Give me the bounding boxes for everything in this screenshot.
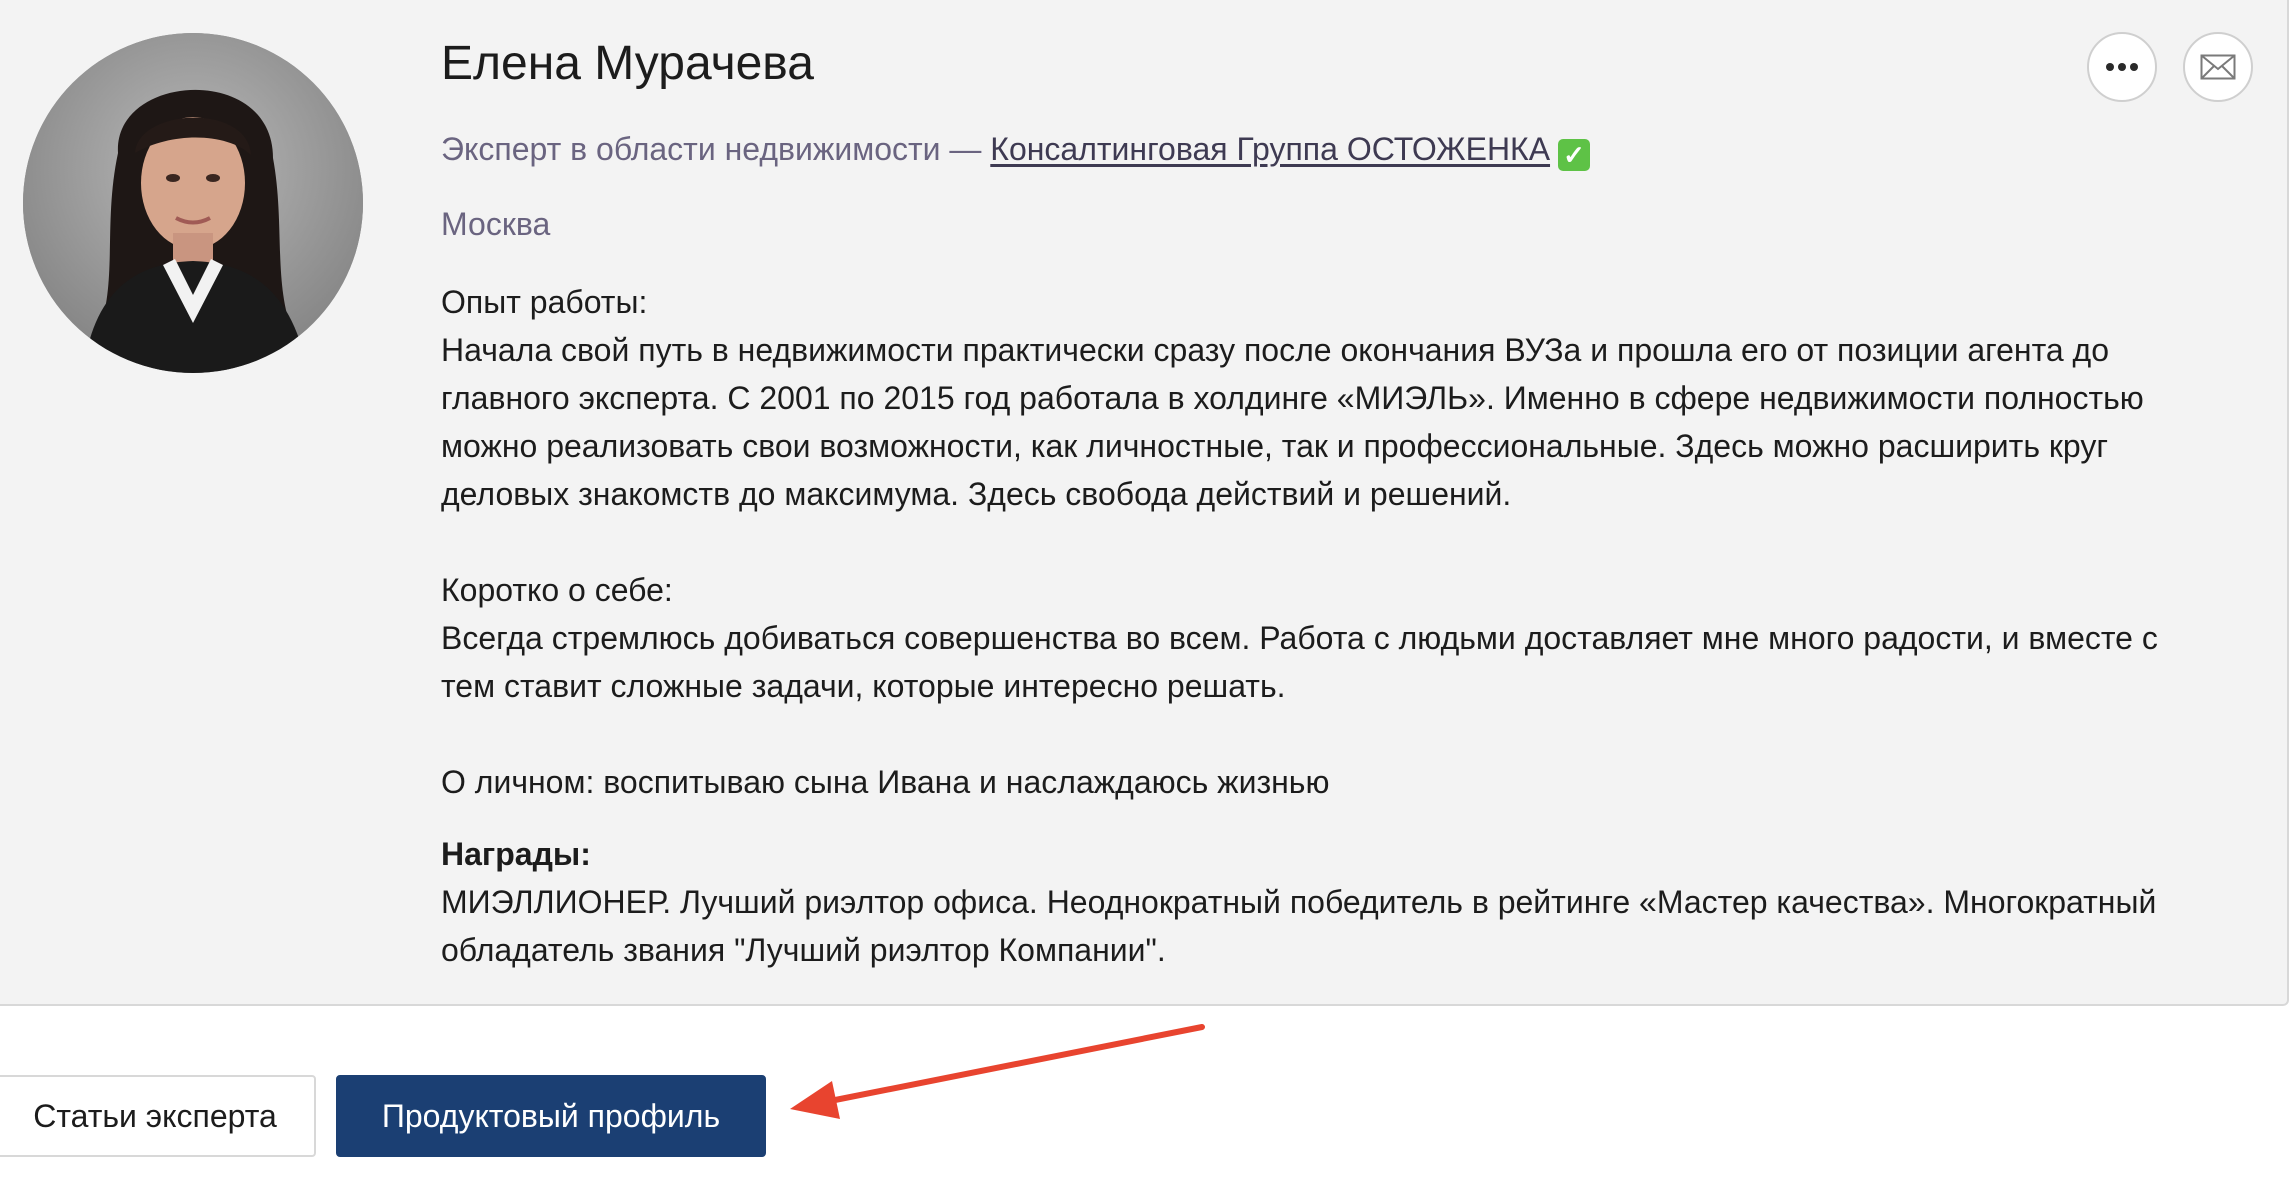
awards-line: МИЭЛЛИОНЕР. Лучший риэлтор офиса. Неодно…	[441, 884, 2157, 920]
about-heading: Коротко о себе:	[441, 572, 673, 608]
product-profile-button[interactable]: Продуктовый профиль	[336, 1075, 766, 1157]
expert-name: Елена Мурачева	[441, 37, 814, 90]
personal-text: О личном: воспитываю сына Ивана и наслаж…	[441, 764, 1330, 800]
expert-role: Эксперт в области недвижимости — Консалт…	[441, 131, 1591, 171]
avatar	[23, 33, 363, 373]
experience-heading: Опыт работы:	[441, 284, 648, 320]
expert-articles-button[interactable]: Статьи эксперта	[0, 1075, 316, 1157]
more-dots-icon	[2106, 63, 2138, 71]
page: Елена Мурачева Эксперт в области недвижи…	[0, 0, 2293, 1179]
company-link[interactable]: Консалтинговая Группа ОСТОЖЕНКА	[990, 131, 1550, 167]
awards-line: обладатель звания "Лучший риэлтор Компан…	[441, 932, 1166, 968]
avatar-photo	[23, 33, 363, 373]
expert-bio: Опыт работы: Начала свой путь в недвижим…	[441, 278, 2261, 974]
check-mark-icon: ✓	[1558, 139, 1591, 171]
experience-line: главного эксперта. С 2001 по 2015 год ра…	[441, 380, 2144, 416]
experience-line: деловых знакомств до максимума. Здесь св…	[441, 476, 1512, 512]
send-message-button[interactable]	[2183, 32, 2253, 102]
role-text: Эксперт в области недвижимости —	[441, 131, 991, 167]
envelope-icon	[2200, 54, 2236, 80]
expert-card: Елена Мурачева Эксперт в области недвижи…	[0, 0, 2289, 1006]
expert-city: Москва	[441, 206, 551, 242]
about-line: тем ставит сложные задачи, которые интер…	[441, 668, 1286, 704]
about-line: Всегда стремлюсь добиваться совершенства…	[441, 620, 2158, 656]
experience-line: можно реализовать свои возможности, как …	[441, 428, 2108, 464]
more-options-button[interactable]	[2087, 32, 2157, 102]
awards-heading: Награды:	[441, 836, 591, 872]
annotation-arrow	[790, 1024, 1205, 1119]
experience-line: Начала свой путь в недвижимости практиче…	[441, 332, 2110, 368]
